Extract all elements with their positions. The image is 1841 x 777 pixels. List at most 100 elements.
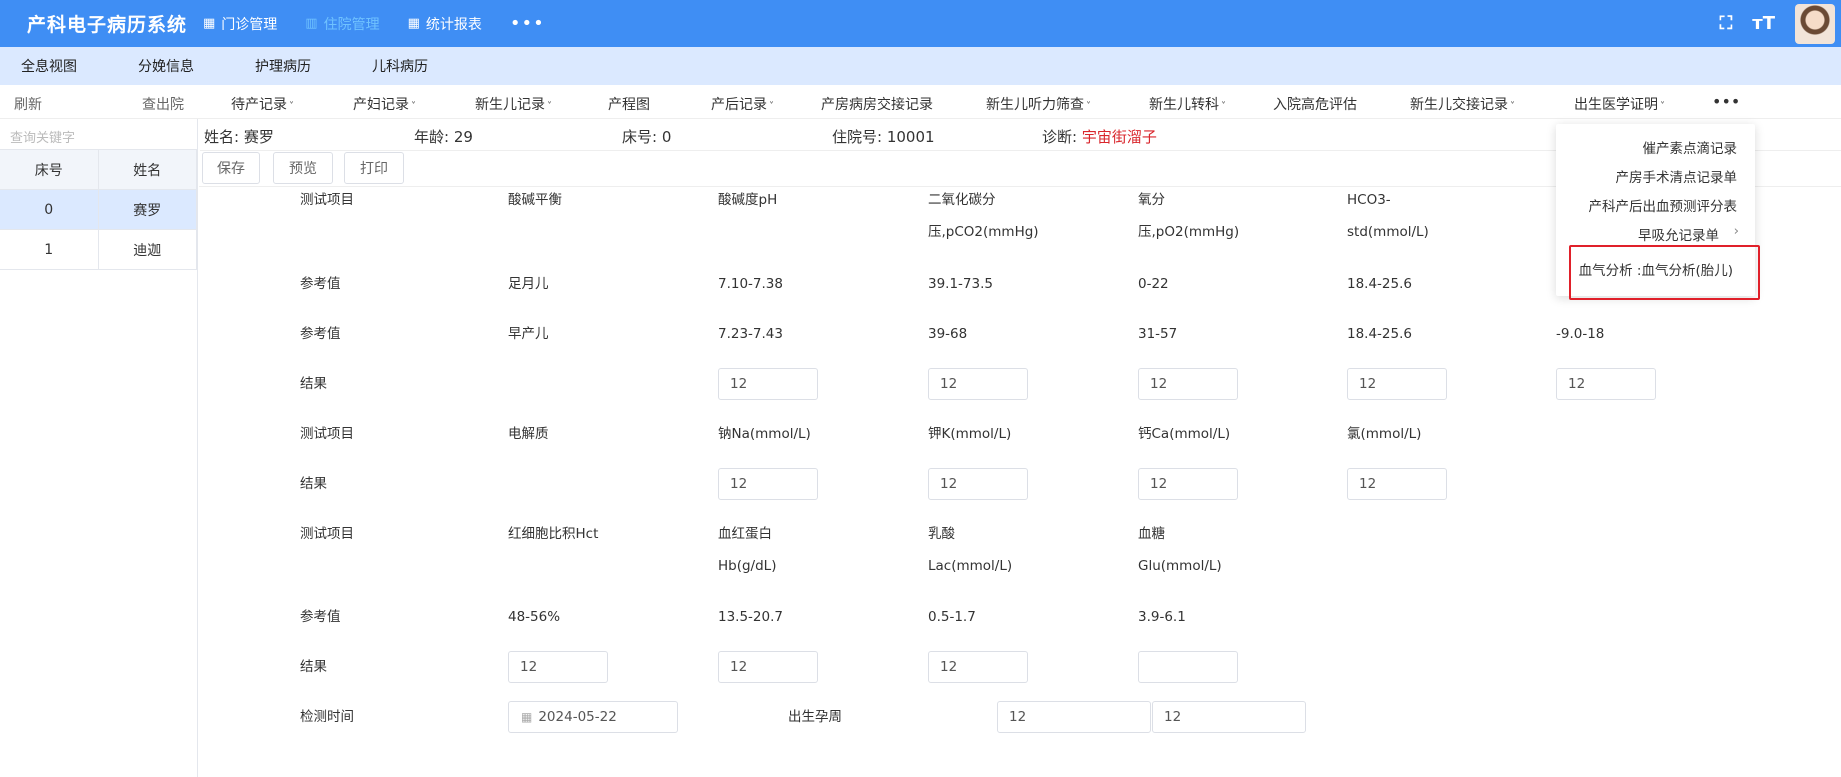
hco3-header-a: HCO3-: [1347, 192, 1391, 208]
k-header: 钾K(mmol/L): [928, 426, 1012, 442]
menu-newborn-transfer[interactable]: 新生儿转科 ˅: [1149, 94, 1226, 114]
patient-row[interactable]: 0 赛罗: [0, 190, 197, 230]
ref-value: 0.5-1.7: [928, 609, 976, 625]
ph-result-input[interactable]: 12: [718, 368, 818, 400]
po2-result-input[interactable]: 12: [1138, 368, 1238, 400]
po2-header-a: 氧分: [1138, 192, 1165, 208]
fullscreen-icon[interactable]: ⛶: [1720, 13, 1733, 34]
record-toolbar: 刷新 查出院 待产记录 ˅ 产妇记录 ˅ 新生儿记录 ˅ 产程图 产后记录 ˅ 产房病房…: [0, 85, 1841, 119]
chevron-down-icon: ˅: [1086, 101, 1091, 112]
label-test-item: 测试项目: [300, 526, 354, 542]
patient-admission-field: 住院号: 10001: [832, 126, 935, 147]
chevron-right-icon: ›: [1733, 223, 1739, 239]
menu-birth-certificate[interactable]: 出生医学证明 ˅: [1574, 94, 1665, 114]
menu-label: 入院高危评估: [1273, 97, 1357, 113]
electrolytes-header: 电解质: [508, 426, 549, 442]
glu-header-a: 血糖: [1138, 526, 1165, 542]
patient-name: 迪迦: [99, 230, 197, 269]
label: 年龄:: [414, 128, 450, 146]
avatar[interactable]: [1795, 3, 1835, 44]
nav-reports-label: 统计报表: [425, 16, 482, 33]
cl-result-input[interactable]: 12: [1347, 468, 1447, 500]
menu-partogram[interactable]: 产程图: [608, 94, 650, 114]
cl-header: 氯(mmol/L): [1347, 426, 1422, 442]
patient-age-field: 年龄: 29: [414, 126, 473, 147]
label-result: 结果: [300, 376, 327, 392]
ref-full-term: 足月儿: [508, 276, 549, 292]
menu-label: 产妇记录: [353, 97, 409, 113]
bar-chart-icon: ▥: [305, 16, 318, 31]
value: 宇宙街溜子: [1081, 128, 1157, 146]
refresh-button[interactable]: 刷新: [14, 94, 42, 114]
menu-label: 新生儿交接记录: [1410, 97, 1508, 113]
patient-bed-field: 床号: 0: [622, 126, 671, 147]
toolbar-more-button[interactable]: •••: [1712, 92, 1740, 111]
subnav-overview[interactable]: 全息视图: [21, 56, 77, 76]
nav-inpatient[interactable]: ▥ 住院管理: [305, 14, 379, 34]
hb-header-b: Hb(g/dL): [718, 558, 777, 574]
chevron-down-icon: ˅: [1660, 101, 1665, 112]
print-button[interactable]: 打印: [344, 152, 404, 184]
save-button[interactable]: 保存: [202, 152, 260, 184]
gestation-day-input[interactable]: 12: [1152, 701, 1306, 733]
patient-bed: 0: [0, 190, 99, 229]
dropdown-item-early-suck[interactable]: 早吸允记录单: [1638, 224, 1719, 244]
hct-result-input[interactable]: 12: [508, 651, 608, 683]
k-result-input[interactable]: 12: [928, 468, 1028, 500]
nav-reports[interactable]: ▦ 统计报表: [408, 14, 482, 34]
patient-row[interactable]: 1 迪迦: [0, 230, 197, 270]
label-reference: 参考值: [300, 609, 341, 625]
menu-newborn-handover[interactable]: 新生儿交接记录 ˅: [1410, 94, 1515, 114]
menu-newborn-record[interactable]: 新生儿记录 ˅: [475, 94, 552, 114]
be-result-input[interactable]: 12: [1556, 368, 1656, 400]
test-time-date-picker[interactable]: ▦ 2024-05-22: [508, 701, 678, 733]
nav-inpatient-label: 住院管理: [323, 16, 380, 33]
header-tools: ⛶ тT: [1720, 0, 1841, 47]
nav-outpatient-label: 门诊管理: [221, 16, 278, 33]
menu-label: 新生儿听力筛查: [986, 97, 1084, 113]
menu-labor-record[interactable]: 待产记录 ˅: [231, 94, 294, 114]
nav-outpatient[interactable]: ▦ 门诊管理: [203, 14, 277, 34]
menu-label: 出生医学证明: [1574, 97, 1658, 113]
patient-bed: 1: [0, 230, 99, 269]
discharge-query-button[interactable]: 查出院: [142, 94, 184, 114]
value: 赛罗: [243, 128, 274, 146]
subnav-nursing[interactable]: 护理病历: [255, 56, 311, 76]
pco2-header-b: 压,pCO2(mmHg): [928, 224, 1039, 240]
gestation-week-input[interactable]: 12: [997, 701, 1151, 733]
hb-result-input[interactable]: 12: [718, 651, 818, 683]
chevron-down-icon: ˅: [547, 101, 552, 112]
patient-search-input[interactable]: 查询关键字: [0, 119, 197, 150]
na-result-input[interactable]: 12: [718, 468, 818, 500]
menu-label: 新生儿记录: [475, 97, 545, 113]
hco3-result-input[interactable]: 12: [1347, 368, 1447, 400]
ref-value: -9.0-18: [1556, 326, 1605, 342]
ref-value: 13.5-20.7: [718, 609, 783, 625]
patient-name: 赛罗: [99, 190, 197, 229]
ca-result-input[interactable]: 12: [1138, 468, 1238, 500]
label: 诊断:: [1042, 128, 1078, 146]
menu-risk-assessment[interactable]: 入院高危评估: [1273, 94, 1357, 114]
table-grid-icon: ▦: [407, 16, 420, 31]
table-grid-icon: ▦: [203, 16, 216, 31]
dropdown-item-surgical-count[interactable]: 产房手术清点记录单: [1616, 166, 1738, 186]
dropdown-item-oxytocin[interactable]: 催产素点滴记录: [1643, 137, 1738, 157]
subnav-pediatric[interactable]: 儿科病历: [372, 56, 428, 76]
font-size-icon[interactable]: тT: [1752, 13, 1775, 34]
ref-value: 39-68: [928, 326, 968, 342]
menu-ward-handover[interactable]: 产房病房交接记录: [821, 94, 933, 114]
dropdown-item-hemorrhage-score[interactable]: 产科产后出血预测评分表: [1589, 195, 1738, 215]
po2-header-b: 压,pO2(mmHg): [1138, 224, 1240, 240]
lac-result-input[interactable]: 12: [928, 651, 1028, 683]
subnav-delivery[interactable]: 分娩信息: [138, 56, 194, 76]
pco2-result-input[interactable]: 12: [928, 368, 1028, 400]
menu-postpartum-record[interactable]: 产后记录 ˅: [711, 94, 774, 114]
menu-maternal-record[interactable]: 产妇记录 ˅: [353, 94, 416, 114]
top-nav: ▦ 门诊管理 ▥ 住院管理 ▦ 统计报表 •••: [203, 13, 545, 34]
menu-hearing-screening[interactable]: 新生儿听力筛查 ˅: [986, 94, 1091, 114]
app-title: 产科电子病历系统: [27, 14, 188, 36]
glu-result-input[interactable]: [1138, 651, 1238, 683]
nav-more-button[interactable]: •••: [510, 13, 545, 34]
patient-name-field: 姓名: 赛罗: [204, 126, 274, 147]
preview-button[interactable]: 预览: [273, 152, 333, 184]
